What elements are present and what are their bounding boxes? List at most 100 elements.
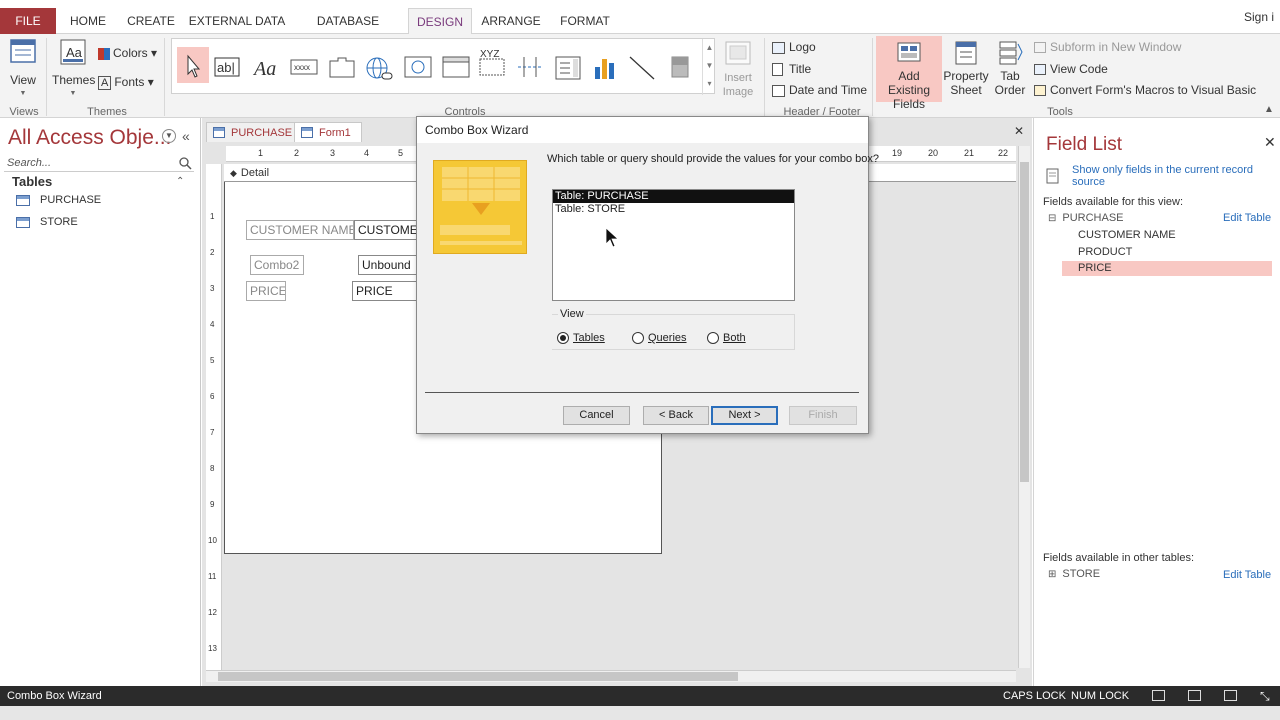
tab-format[interactable]: FORMAT [552, 8, 618, 34]
field-product[interactable]: PRODUCT [1078, 246, 1132, 258]
insert-image-label: Insert Image [722, 72, 754, 98]
tab-home[interactable]: HOME [62, 8, 114, 34]
date-time-button[interactable]: Date and Time [772, 83, 867, 97]
cancel-button[interactable]: Cancel [563, 406, 630, 425]
tab-create[interactable]: CREATE [124, 8, 178, 34]
tab-design[interactable]: DESIGN [408, 8, 472, 34]
tab-file[interactable]: FILE [0, 8, 56, 34]
view-button[interactable]: View ▼ [6, 38, 40, 101]
svg-text:xxxx: xxxx [294, 63, 310, 72]
subform-new-window-button[interactable]: Subform in New Window [1034, 40, 1181, 54]
radio-unselected-icon [707, 332, 719, 345]
nav-item-store[interactable]: STORE [16, 216, 78, 228]
dialog-title: Combo Box Wizard [417, 117, 868, 143]
collapse-icon[interactable]: ⊟ [1048, 213, 1056, 224]
button-control-icon[interactable]: xxxx [290, 55, 318, 79]
next-button[interactable]: Next > [711, 406, 778, 425]
price-label-control[interactable]: PRICE [246, 281, 286, 301]
table-icon [213, 127, 225, 138]
field-list-title: Field List [1046, 134, 1123, 155]
title-button[interactable]: Title [772, 62, 811, 77]
page-break-icon[interactable] [516, 55, 542, 79]
combo-box-control-icon[interactable] [554, 55, 581, 80]
field-customer-name[interactable]: CUSTOMER NAME [1078, 229, 1176, 241]
gallery-scroll[interactable]: ▲ ▼ ▾ [702, 39, 716, 95]
property-sheet-label: Property Sheet [943, 69, 989, 97]
list-item-table-store[interactable]: Table: STORE [553, 203, 794, 216]
close-icon[interactable]: ✕ [1264, 134, 1276, 151]
radio-both[interactable]: Both [707, 332, 746, 345]
view-code-button[interactable]: View Code [1034, 62, 1108, 76]
textbox-control-icon[interactable]: ab| [214, 55, 240, 79]
expand-icon[interactable]: ⊞ [1048, 569, 1056, 580]
combo2-label-control[interactable]: Combo2 [250, 255, 304, 275]
toggle-control-icon[interactable] [666, 55, 692, 79]
web-browser-control-icon[interactable] [404, 55, 432, 79]
close-icon[interactable]: ✕ [1014, 124, 1024, 138]
design-view-icon[interactable]: ⤡ [1260, 686, 1270, 706]
scrollbar-thumb[interactable] [1020, 162, 1029, 482]
svg-text:XYZ: XYZ [480, 49, 499, 60]
fonts-button[interactable]: A Fonts ▾ [98, 75, 154, 90]
show-only-current-fields-link[interactable]: Show only fields in the current record s… [1072, 164, 1272, 188]
label-control-icon[interactable]: Aa [252, 55, 278, 80]
sign-in-link[interactable]: Sign i [1244, 4, 1280, 30]
line-control-icon[interactable] [628, 55, 655, 80]
unbound-combo-box[interactable]: Unbound [358, 255, 416, 275]
collapse-section-icon[interactable]: ⌃ [176, 176, 184, 187]
insert-image-button[interactable]: Insert Image [718, 40, 758, 99]
convert-macros-button[interactable]: Convert Form's Macros to Visual Basic [1034, 83, 1256, 97]
logo-button[interactable]: Logo [772, 40, 816, 54]
customer-name-label-control[interactable]: CUSTOMER NAME [246, 220, 354, 240]
table-listbox[interactable]: Table: PURCHASE Table: STORE [552, 189, 795, 301]
tab-database-tools[interactable]: DATABASE TOOLS [296, 8, 400, 54]
datasheet-view-icon[interactable] [1188, 690, 1201, 701]
horizontal-scrollbar[interactable] [206, 670, 1016, 682]
hyperlink-control-icon[interactable] [364, 55, 393, 80]
group-separator [764, 38, 765, 116]
add-existing-fields-button[interactable]: Add Existing Fields [876, 36, 942, 111]
form-view-icon[interactable] [1152, 690, 1165, 701]
navigation-control-icon[interactable] [442, 55, 470, 79]
nav-search-input[interactable]: Search... [4, 154, 194, 172]
calendar-icon [772, 84, 785, 97]
chevron-down-icon[interactable]: ▼ [162, 129, 176, 143]
list-item-table-purchase[interactable]: Table: PURCHASE [553, 190, 794, 203]
colors-button[interactable]: Colors ▾ [98, 46, 157, 60]
tab-external-data[interactable]: EXTERNAL DATA [188, 8, 286, 34]
edit-table-link-store[interactable]: Edit Table [1223, 569, 1271, 581]
field-price[interactable]: PRICE [1062, 261, 1272, 276]
chart-control-icon[interactable] [592, 55, 618, 79]
layout-view-icon[interactable] [1224, 690, 1237, 701]
customer-name-textbox[interactable]: CUSTOMER [354, 220, 416, 240]
price-textbox[interactable]: PRICE [352, 281, 416, 301]
doc-tab-label: Form1 [319, 127, 351, 139]
back-button[interactable]: < Back [643, 406, 709, 425]
radio-tables[interactable]: Tables [557, 332, 605, 345]
edit-table-link[interactable]: Edit Table [1223, 212, 1271, 224]
tab-control-icon[interactable] [328, 55, 355, 79]
finish-button[interactable]: Finish [789, 406, 857, 425]
nav-item-purchase[interactable]: PURCHASE [16, 194, 101, 206]
doc-tab-form1[interactable]: Form1 [294, 122, 362, 142]
vertical-scrollbar[interactable] [1018, 146, 1030, 668]
collapse-ribbon-icon[interactable]: ▲ [1264, 104, 1274, 115]
nav-section-tables[interactable]: Tables [12, 174, 52, 189]
svg-text:Aa: Aa [252, 58, 276, 79]
table-group-store[interactable]: ⊞ STORE [1048, 568, 1100, 580]
collapse-pane-icon[interactable]: « [182, 128, 190, 144]
ruler-tick: 1 [258, 148, 264, 158]
nav-pane-title[interactable]: All Access Obje... [8, 126, 171, 150]
table-group-purchase[interactable]: ⊟ PURCHASE [1048, 212, 1124, 224]
themes-button[interactable]: Aa Themes ▼ [52, 38, 95, 101]
property-sheet-button[interactable]: Property Sheet [942, 40, 990, 97]
tab-order-button[interactable]: Tab Order [992, 40, 1028, 97]
scrollbar-thumb[interactable] [218, 672, 738, 681]
doc-tab-purchase[interactable]: PURCHASE [206, 122, 304, 142]
section-marker-icon: ◆ [230, 168, 237, 178]
table-group-label: PURCHASE [1062, 212, 1124, 224]
tab-arrange[interactable]: ARRANGE [476, 8, 546, 34]
radio-queries[interactable]: Queries [632, 332, 687, 345]
select-pointer-icon[interactable] [177, 47, 209, 83]
option-group-icon[interactable]: XYZ [478, 47, 505, 76]
